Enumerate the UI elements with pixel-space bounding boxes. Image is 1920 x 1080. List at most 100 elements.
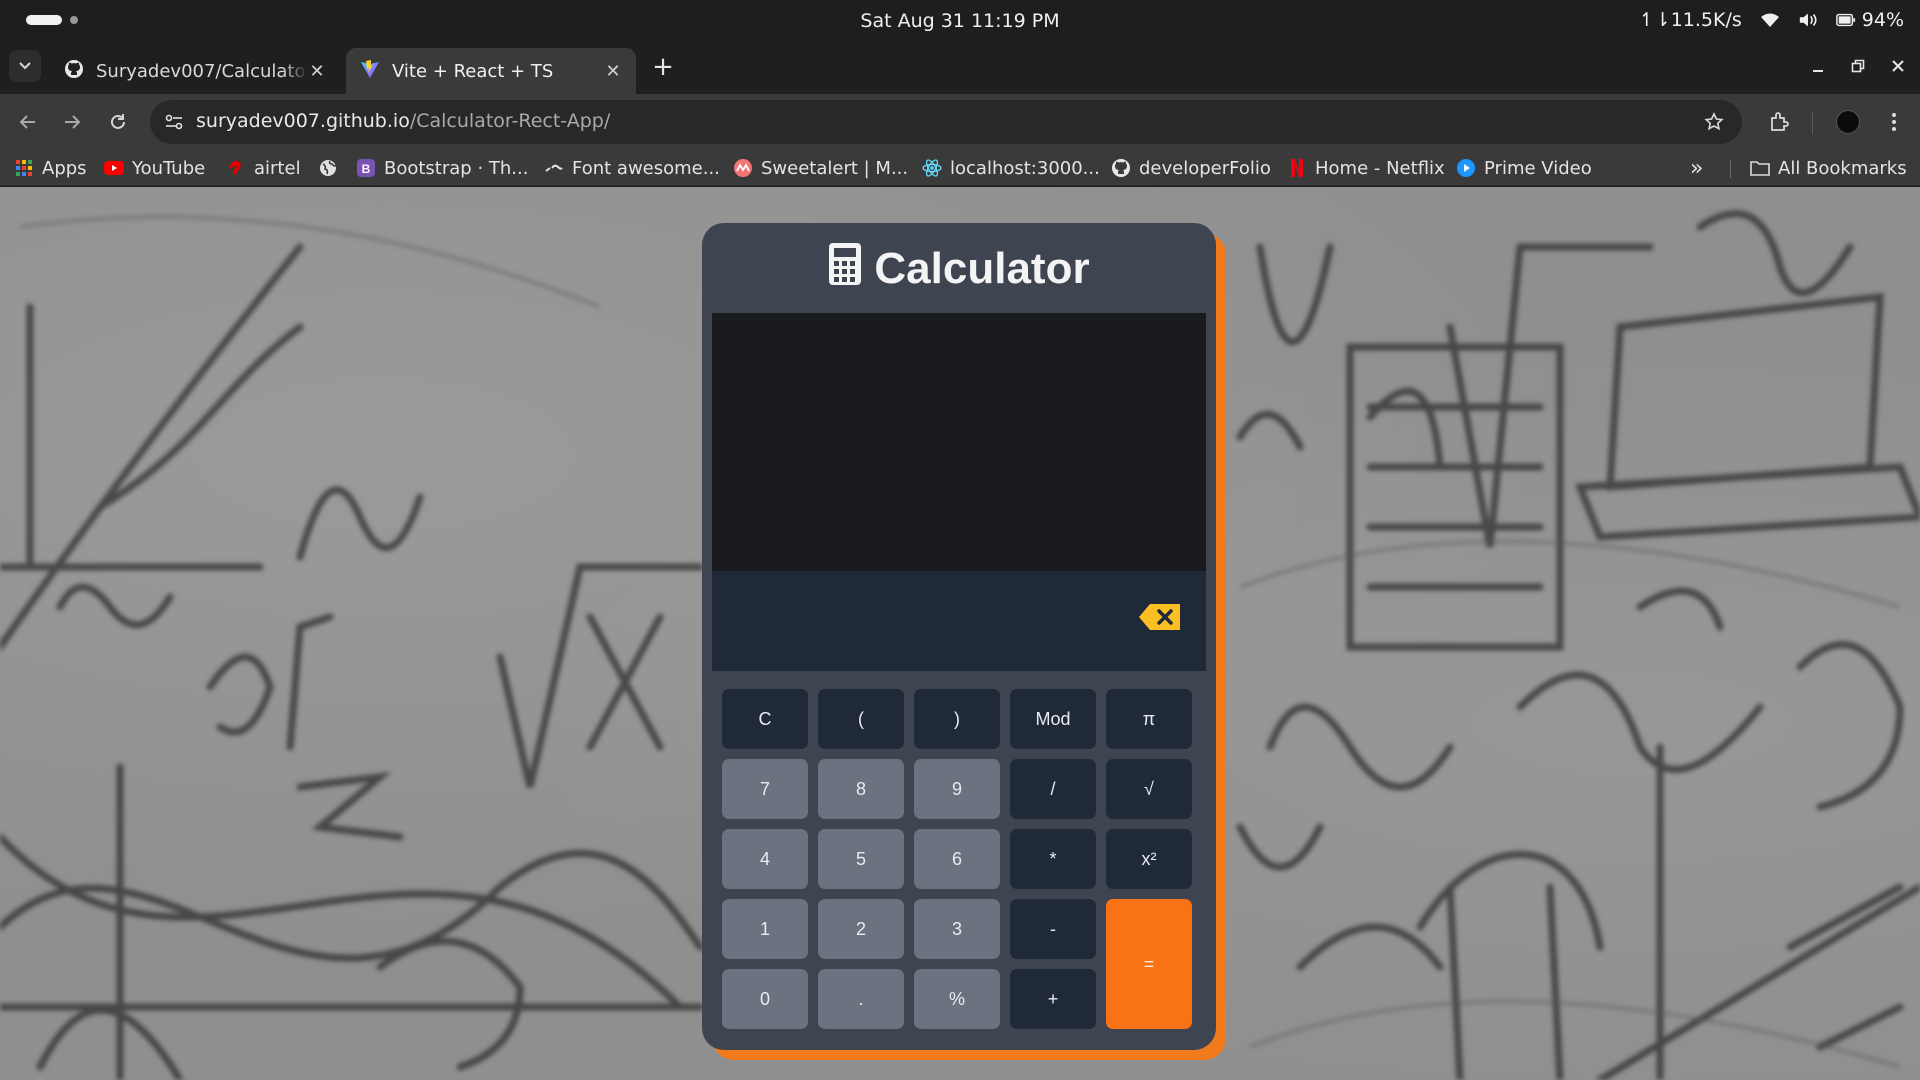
key-multiply[interactable]: * [1010, 829, 1096, 889]
bootstrap-icon: B [356, 158, 376, 178]
key-mod[interactable]: Mod [1010, 689, 1096, 749]
profile-avatar[interactable] [1834, 108, 1862, 136]
expression-display [712, 313, 1206, 571]
key-sqrt[interactable]: √ [1106, 759, 1192, 819]
key-divide[interactable]: / [1010, 759, 1096, 819]
browser-toolbar: suryadev007.github.io/Calculator-Rect-Ap… [0, 94, 1920, 150]
minimize-icon[interactable] [1808, 52, 1828, 80]
keypad: C ( ) Mod π 7 8 9 / √ 4 5 6 * x² 1 2 3 -… [722, 689, 1196, 1039]
vite-icon [360, 59, 380, 84]
activities-indicator[interactable] [26, 15, 78, 25]
back-button[interactable] [14, 108, 42, 136]
key-9[interactable]: 9 [914, 759, 1000, 819]
bookmarks-overflow-button[interactable]: » [1690, 154, 1703, 182]
key-1[interactable]: 1 [722, 899, 808, 959]
key-add[interactable]: + [1010, 969, 1096, 1029]
key-decimal[interactable]: . [818, 969, 904, 1029]
volume-icon [1798, 10, 1818, 30]
result-display [712, 571, 1206, 671]
svg-text:B: B [362, 162, 371, 176]
calculator-icon [828, 242, 862, 297]
all-bookmarks-button[interactable]: All Bookmarks [1750, 154, 1907, 182]
bookmark-bootstrap[interactable]: B Bootstrap · Th... [356, 154, 528, 182]
url-text[interactable]: suryadev007.github.io/Calculator-Rect-Ap… [196, 110, 610, 132]
github-icon [1111, 158, 1131, 178]
key-8[interactable]: 8 [818, 759, 904, 819]
forward-button[interactable] [58, 108, 86, 136]
key-close-paren[interactable]: ) [914, 689, 1000, 749]
key-7[interactable]: 7 [722, 759, 808, 819]
bookmark-prime-video[interactable]: Prime Video [1456, 154, 1592, 182]
sweetalert-icon [733, 158, 753, 178]
tab-close-button[interactable]: ✕ [306, 60, 328, 82]
tab-search-button[interactable] [9, 50, 41, 82]
apps-grid-icon [14, 158, 34, 178]
bookmark-sweetalert[interactable]: Sweetalert | M... [733, 154, 908, 182]
tab-close-button[interactable]: ✕ [602, 60, 624, 82]
github-icon [64, 59, 84, 84]
battery-percent: 94% [1861, 9, 1904, 31]
bookmark-airtel[interactable]: airtel [226, 154, 301, 182]
key-equals[interactable]: = [1106, 899, 1192, 1029]
react-icon [922, 158, 942, 178]
wifi-icon [1760, 10, 1780, 30]
prime-video-icon [1456, 158, 1476, 178]
tab-github[interactable]: Suryadev007/Calculator-Rect-App ✕ [50, 48, 340, 94]
kebab-menu-icon[interactable] [1880, 108, 1908, 136]
key-square[interactable]: x² [1106, 829, 1192, 889]
globe-icon [318, 158, 338, 178]
page-viewport: Calculator C ( ) Mod π 7 8 9 / √ 4 5 6 *… [0, 187, 1920, 1080]
bookmark-star-icon[interactable] [1702, 110, 1726, 134]
bookmarks-bar: Apps YouTube airtel B Bootstrap · Th... … [0, 150, 1920, 186]
bookmark-apps[interactable]: Apps [14, 154, 87, 182]
site-settings-icon[interactable] [162, 110, 186, 134]
arrow-right-icon [65, 115, 81, 129]
chevron-down-icon [19, 62, 31, 70]
bookmark-youtube[interactable]: YouTube [104, 154, 205, 182]
airtel-icon [226, 158, 246, 178]
key-clear[interactable]: C [722, 689, 808, 749]
key-4[interactable]: 4 [722, 829, 808, 889]
os-top-bar: Sat Aug 31 11:19 PM ↿⇂11.5K/s 94% [0, 0, 1920, 42]
key-percent[interactable]: % [914, 969, 1000, 1029]
key-2[interactable]: 2 [818, 899, 904, 959]
backspace-icon [1139, 604, 1180, 630]
system-clock[interactable]: Sat Aug 31 11:19 PM [860, 10, 1059, 32]
bookmark-developerfolio[interactable]: developerFolio [1111, 154, 1271, 182]
new-tab-button[interactable]: + [650, 54, 676, 80]
arrow-left-icon [19, 115, 35, 129]
key-pi[interactable]: π [1106, 689, 1192, 749]
tab-title: Suryadev007/Calculator-Rect-App [96, 60, 308, 82]
calculator-header: Calculator [702, 241, 1216, 297]
fontawesome-icon [544, 158, 564, 178]
bookmarks-separator [1730, 160, 1731, 178]
key-open-paren[interactable]: ( [818, 689, 904, 749]
bookmark-label: Apps [42, 157, 87, 179]
system-tray[interactable]: ↿⇂11.5K/s 94% [1639, 9, 1904, 31]
bookmark-globe[interactable] [318, 154, 346, 182]
close-window-icon[interactable] [1888, 52, 1908, 80]
workspace-dot [70, 16, 78, 24]
address-bar[interactable]: suryadev007.github.io/Calculator-Rect-Ap… [150, 100, 1742, 144]
extensions-icon[interactable] [1766, 108, 1794, 136]
key-3[interactable]: 3 [914, 899, 1000, 959]
key-5[interactable]: 5 [818, 829, 904, 889]
tab-title: Vite + React + TS [392, 60, 554, 82]
restore-icon[interactable] [1848, 52, 1868, 80]
key-0[interactable]: 0 [722, 969, 808, 1029]
bookmark-fontawesome[interactable]: Font awesome... [544, 154, 720, 182]
key-6[interactable]: 6 [914, 829, 1000, 889]
calculator-title: Calculator [874, 244, 1090, 293]
backspace-button[interactable] [1138, 603, 1182, 631]
bookmark-label: Font awesome... [572, 157, 720, 179]
tab-vite-react[interactable]: Vite + React + TS ✕ [346, 48, 636, 94]
reload-button[interactable] [104, 108, 132, 136]
all-bookmarks-label: All Bookmarks [1778, 157, 1907, 179]
toolbar-separator [1812, 112, 1813, 134]
netflix-icon [1287, 158, 1307, 178]
bookmark-localhost[interactable]: localhost:3000... [922, 154, 1100, 182]
key-subtract[interactable]: - [1010, 899, 1096, 959]
bookmark-label: Sweetalert | M... [761, 157, 909, 179]
bookmark-netflix[interactable]: Home - Netflix [1287, 154, 1445, 182]
calculator-card: Calculator C ( ) Mod π 7 8 9 / √ 4 5 6 *… [702, 223, 1216, 1050]
